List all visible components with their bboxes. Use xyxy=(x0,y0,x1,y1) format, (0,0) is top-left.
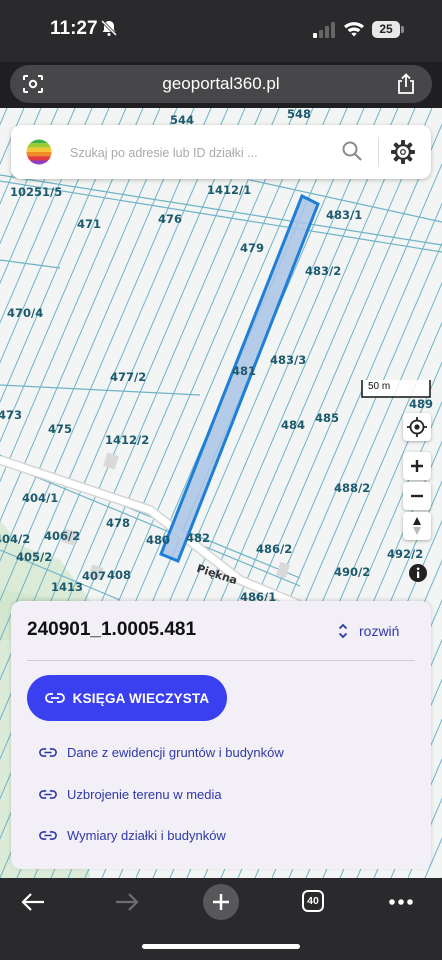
parcel-label: 488/2 xyxy=(334,481,371,495)
compass-button[interactable] xyxy=(403,512,431,540)
geoportal-logo-icon xyxy=(26,139,52,165)
parcel-label: 485 xyxy=(315,411,340,425)
wifi-icon xyxy=(344,22,364,37)
expand-label: rozwiń xyxy=(359,623,400,639)
parcel-label: 482 xyxy=(186,531,211,545)
search-input[interactable] xyxy=(68,141,282,165)
bell-muted-icon xyxy=(100,19,118,37)
parcel-label: 476 xyxy=(158,212,183,226)
home-indicator xyxy=(142,944,300,949)
zoom-out-button[interactable] xyxy=(403,482,431,510)
parcel-label: 490/2 xyxy=(334,565,371,579)
battery-indicator: 25 xyxy=(372,21,406,38)
plus-icon xyxy=(411,460,423,472)
back-arrow-icon[interactable] xyxy=(20,890,46,914)
search-divider xyxy=(378,137,379,167)
new-tab-plus-icon[interactable] xyxy=(203,884,239,920)
parcel-id: 240901_1.0005.481 xyxy=(27,619,197,640)
panel-divider xyxy=(27,660,415,661)
parcel-label: 483/2 xyxy=(305,264,342,278)
zoom-in-button[interactable] xyxy=(403,452,431,480)
link-icon xyxy=(39,830,57,840)
parcel-label: 404/1 xyxy=(22,491,59,505)
gear-icon[interactable] xyxy=(390,139,416,165)
parcel-label: 484 xyxy=(281,418,306,432)
tab-count: 40 xyxy=(307,895,319,907)
parcel-label: 408 xyxy=(107,568,132,582)
ksiega-wieczysta-button[interactable]: KSIĘGA WIECZYSTA xyxy=(27,675,227,721)
info-icon[interactable] xyxy=(408,563,428,583)
link-label: Dane z ewidencji gruntów i budynków xyxy=(67,744,284,760)
north-arrow-icon xyxy=(413,517,421,535)
url-text[interactable]: geoportal360.pl xyxy=(10,65,432,103)
battery-level: 25 xyxy=(372,21,400,38)
expand-toggle[interactable]: rozwiń xyxy=(337,620,399,642)
parcel-label: 548 xyxy=(287,108,312,121)
parcel-panel: 240901_1.0005.481 rozwiń KSIĘGA WIECZYST… xyxy=(11,601,431,869)
link-icon xyxy=(44,693,65,703)
status-bar: 11:27 25 xyxy=(0,0,442,62)
parcel-label: 10251/5 xyxy=(10,185,63,199)
link-icon xyxy=(39,747,57,757)
locate-button[interactable] xyxy=(403,413,431,441)
parcel-label: 404/2 xyxy=(0,532,31,546)
parcel-label: 473 xyxy=(0,408,23,422)
more-options-icon[interactable] xyxy=(388,898,414,906)
status-time: 11:27 xyxy=(50,18,98,39)
search-bar xyxy=(11,125,431,179)
parcel-label: 480 xyxy=(146,533,171,547)
parcel-label: 471 xyxy=(77,217,102,231)
parcel-label: 475 xyxy=(48,422,73,436)
expand-chevrons-icon xyxy=(338,623,348,639)
parcel-label: 479 xyxy=(240,241,265,255)
parcel-label: 483/3 xyxy=(270,353,307,367)
scale-label: 50 m xyxy=(368,381,391,392)
search-icon[interactable] xyxy=(341,140,363,162)
parcel-label: 405/2 xyxy=(16,550,53,564)
parcel-label: 1413 xyxy=(51,580,84,594)
link-label: Wymiary działki i budynków xyxy=(67,827,226,843)
ksiega-wieczysta-label: KSIĘGA WIECZYSTA xyxy=(72,690,210,706)
parcel-label: 470/4 xyxy=(7,306,44,320)
parcel-label: 406/2 xyxy=(44,529,81,543)
page-info-icon[interactable] xyxy=(22,74,44,94)
link-label: Uzbrojenie terenu w media xyxy=(67,786,222,802)
scale-bar: 50 m xyxy=(361,378,431,398)
parcel-label: 492/2 xyxy=(387,547,424,561)
minus-icon xyxy=(411,494,423,498)
share-icon[interactable] xyxy=(396,73,416,95)
crosshair-icon xyxy=(407,417,427,437)
parcel-label: 407 xyxy=(82,569,107,583)
cellular-signal-icon xyxy=(313,22,335,38)
parcel-label: 478 xyxy=(106,516,131,530)
parcel-label: 489 xyxy=(409,397,434,411)
link-land-registry-data[interactable]: Dane z ewidencji gruntów i budynków xyxy=(39,742,284,762)
address-bar[interactable]: geoportal360.pl xyxy=(10,65,432,103)
forward-arrow-icon[interactable] xyxy=(114,890,140,914)
link-icon xyxy=(39,789,57,799)
tabs-button[interactable]: 40 xyxy=(302,890,324,912)
parcel-label: 486/2 xyxy=(256,542,293,556)
parcel-label: 481 xyxy=(232,364,257,378)
link-utilities[interactable]: Uzbrojenie terenu w media xyxy=(39,784,222,804)
parcel-label: 477/2 xyxy=(110,370,147,384)
link-dimensions[interactable]: Wymiary działki i budynków xyxy=(39,825,226,845)
parcel-label: 1412/1 xyxy=(207,183,252,197)
parcel-label: 1412/2 xyxy=(105,433,150,447)
parcel-label: 483/1 xyxy=(326,208,363,222)
